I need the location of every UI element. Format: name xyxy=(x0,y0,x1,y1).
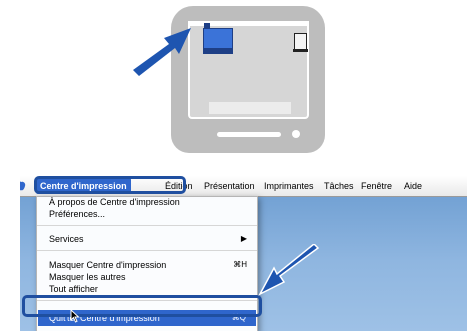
hard-drive-icon[interactable] xyxy=(203,28,233,54)
menu-presentation[interactable]: Présentation xyxy=(204,180,255,193)
disc-slot xyxy=(217,132,281,137)
menu-item-about[interactable]: À propos de Centre d'impression xyxy=(49,196,180,208)
monitor-illustration xyxy=(171,6,325,153)
apple-icon[interactable] xyxy=(20,180,26,192)
menu-fenetre[interactable]: Fenêtre xyxy=(361,180,392,193)
pointer-arrow-icon xyxy=(133,28,191,76)
menu-aide[interactable]: Aide xyxy=(404,180,422,193)
menu-separator xyxy=(37,250,257,251)
menu-imprimantes[interactable]: Imprimantes xyxy=(264,180,314,193)
menu-item-show-all[interactable]: Tout afficher xyxy=(49,283,98,295)
menu-separator xyxy=(37,225,257,226)
dock-area xyxy=(209,102,291,114)
pointer-arrow-icon xyxy=(258,244,320,296)
power-button xyxy=(292,130,300,138)
annotation-frame-quit xyxy=(22,295,262,317)
menu-taches[interactable]: Tâches xyxy=(324,180,354,193)
annotation-frame-app-menu xyxy=(34,176,186,194)
menu-item-preferences[interactable]: Préférences... xyxy=(49,208,105,220)
menu-item-hide-app[interactable]: Masquer Centre d'impression xyxy=(49,259,166,271)
submenu-arrow-icon: ▶ xyxy=(240,234,247,243)
menu-item-services[interactable]: Services xyxy=(49,233,84,245)
mouse-cursor-icon xyxy=(70,309,80,323)
hide-app-shortcut: ⌘H xyxy=(233,260,247,269)
trash-icon[interactable] xyxy=(293,33,308,52)
menu-item-hide-others[interactable]: Masquer les autres xyxy=(49,271,126,283)
